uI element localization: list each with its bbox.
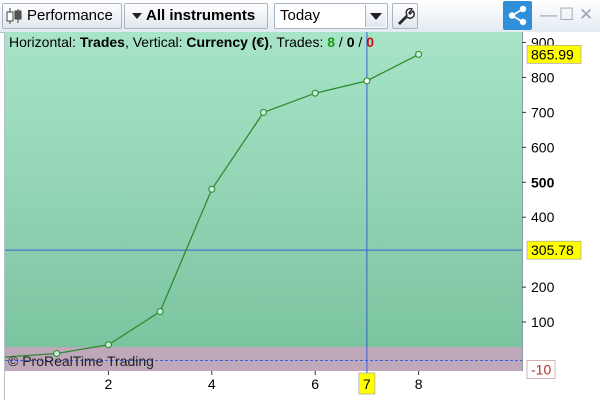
period-value: Today [280, 7, 321, 24]
header-horizontal-label: Horizontal: [9, 34, 80, 50]
toolbar: Performance All instruments Today — ☐ ✕ [0, 0, 600, 33]
header-horizontal-value: Trades [80, 34, 125, 50]
chart-header: Horizontal: Trades, Vertical: Currency (… [9, 34, 374, 50]
candlestick-icon [6, 8, 22, 24]
zero-line-label: -10 [526, 360, 556, 379]
period-select[interactable]: Today [274, 3, 388, 29]
header-sep2: / [355, 34, 367, 50]
caret-down-icon [370, 13, 382, 20]
period-dropdown-arrow[interactable] [365, 5, 386, 27]
header-trades-label: , Trades: [269, 34, 327, 50]
last-value-label: 865.99 [526, 45, 582, 64]
y-tick-label: 400 [531, 209, 555, 225]
y-tick-label: 600 [531, 139, 555, 155]
zero-line-text: -10 [531, 362, 551, 378]
y-tick-label: 100 [531, 314, 555, 330]
data-point [259, 108, 268, 116]
crosshair-x-label: 7 [358, 372, 376, 395]
crosshair-y-text: 305.78 [531, 242, 574, 258]
x-tick-label: 8 [415, 376, 423, 392]
instruments-label: All instruments [146, 7, 256, 24]
x-tick-label: 6 [311, 376, 319, 392]
x-tick-label: 4 [208, 376, 216, 392]
share-icon [508, 5, 527, 26]
share-button[interactable] [503, 1, 532, 30]
wrench-icon [398, 7, 415, 25]
x-axis-area [5, 371, 522, 400]
close-icon[interactable]: ✕ [579, 3, 593, 27]
header-trades-win: 8 [327, 34, 335, 50]
performance-chart[interactable]: 900800700600500400200100 2468 Horizontal… [0, 32, 600, 400]
last-value-text: 865.99 [531, 46, 574, 62]
crosshair-y-label: 305.78 [526, 240, 582, 260]
minimize-icon[interactable]: — [540, 3, 557, 27]
header-vertical-label: , Vertical: [125, 34, 186, 50]
settings-button[interactable] [392, 3, 418, 29]
watermark: © ProRealTime Trading [8, 353, 154, 369]
y-tick-label: 500 [531, 174, 555, 190]
performance-button[interactable]: Performance [2, 3, 122, 29]
data-point [363, 77, 371, 85]
data-point [156, 308, 164, 316]
header-vertical-value: Currency (€) [186, 34, 268, 50]
y-tick-label: 800 [531, 69, 555, 85]
caret-down-icon [132, 13, 142, 19]
header-sep1: / [335, 34, 347, 50]
data-point [208, 185, 216, 193]
y-tick-label: 200 [531, 279, 555, 295]
performance-title: Performance [27, 7, 113, 24]
header-trades-loss: 0 [366, 34, 374, 50]
crosshair-x-text: 7 [363, 376, 371, 392]
last-data-point [415, 50, 423, 58]
plot-background [5, 32, 522, 347]
y-tick-label: 700 [531, 104, 555, 120]
maximize-icon[interactable]: ☐ [559, 3, 574, 27]
x-tick-label: 2 [105, 376, 113, 392]
header-trades-neutral: 0 [347, 34, 355, 50]
data-point [104, 341, 112, 349]
data-point [311, 89, 319, 97]
all-instruments-dropdown[interactable]: All instruments [124, 3, 268, 29]
